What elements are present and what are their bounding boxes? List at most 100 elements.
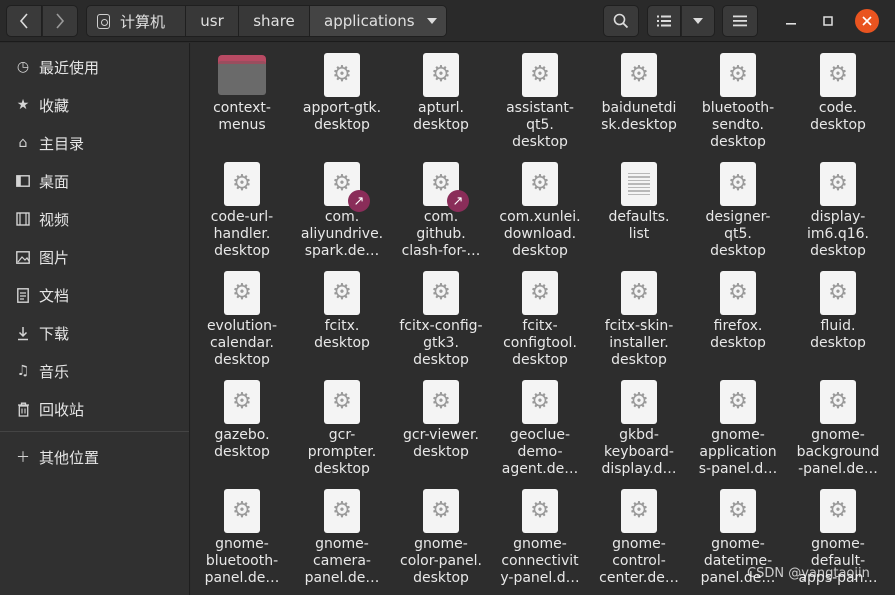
file-item[interactable]: ⚙ gnome- camera- panel.de…	[292, 479, 392, 587]
maximize-icon	[823, 16, 833, 26]
sidebar-item-other-locations[interactable]: ＋ 其他位置	[0, 438, 189, 476]
sidebar-item-music[interactable]: ♫ 音乐	[0, 352, 189, 390]
gear-icon: ⚙ ↗	[324, 162, 370, 212]
forward-button[interactable]	[42, 5, 78, 37]
file-item[interactable]: ⚙ gnome- bluetooth- panel.de…	[192, 479, 292, 587]
file-item[interactable]: ⚙ code-url- handler. desktop	[192, 152, 292, 260]
file-item[interactable]: ⚙ com.xunlei. download. desktop	[490, 152, 590, 260]
file-item[interactable]: ⚙ ↗ com. aliyundrive. spark.de…	[292, 152, 392, 260]
breadcrumb-share[interactable]: share	[239, 6, 310, 36]
sidebar-item-label: 主目录	[39, 134, 85, 153]
file-item[interactable]: ⚙ fcitx-skin- installer. desktop	[589, 261, 689, 369]
sidebar-item-recent[interactable]: ◷ 最近使用	[0, 48, 189, 86]
file-item[interactable]: ⚙ baidunetdi sk.desktop	[589, 43, 689, 134]
file-item[interactable]: ⚙ gazebo. desktop	[192, 370, 292, 461]
sidebar-item-label: 视频	[39, 210, 70, 229]
file-name: gnome- connectivit y-panel.d…	[500, 536, 580, 586]
breadcrumb-label: applications	[324, 12, 415, 30]
gear-icon: ⚙	[720, 380, 756, 424]
sidebar-item-pictures[interactable]: 图片	[0, 238, 189, 276]
gear-icon: ⚙	[423, 489, 459, 533]
gear-icon: ⚙	[324, 271, 360, 315]
gear-icon: ⚙	[522, 271, 558, 315]
file-item[interactable]: ⚙ apturl. desktop	[391, 43, 491, 134]
file-item[interactable]: ⚙ fluid. desktop	[788, 261, 888, 352]
file-item[interactable]: context- menus	[192, 43, 292, 134]
minimize-button[interactable]	[779, 9, 803, 33]
file-name: code. desktop	[810, 100, 866, 133]
chevron-down-icon	[426, 18, 437, 24]
file-item[interactable]: ⚙ apport-gtk. desktop	[292, 43, 392, 134]
file-item[interactable]: ⚙ code. desktop	[788, 43, 888, 134]
sidebar-item-downloads[interactable]: 下载	[0, 314, 189, 352]
file-item[interactable]: ⚙ gnome- connectivit y-panel.d…	[490, 479, 590, 587]
file-item[interactable]: ⚙ display- im6.q16. desktop	[788, 152, 888, 260]
gear-icon: ⚙	[423, 271, 459, 315]
maximize-button[interactable]	[816, 9, 840, 33]
file-item[interactable]: ⚙ gnome- control- center.de…	[589, 479, 689, 587]
gear-icon: ⚙	[820, 53, 856, 97]
file-item[interactable]: ⚙ gkbd- keyboard- display.d…	[589, 370, 689, 478]
file-name: fcitx-config- gtk3. desktop	[399, 318, 483, 368]
file-item[interactable]: ⚙ evolution- calendar. desktop	[192, 261, 292, 369]
symlink-badge-icon: ↗	[348, 190, 370, 212]
file-name: bluetooth- sendto. desktop	[701, 100, 775, 150]
file-item[interactable]: defaults. list	[589, 152, 689, 243]
sidebar-item-trash[interactable]: 回收站	[0, 390, 189, 428]
file-item[interactable]: ⚙ gnome- background -panel.de…	[788, 370, 888, 478]
sidebar-item-starred[interactable]: ★ 收藏	[0, 86, 189, 124]
sidebar-divider	[0, 431, 189, 432]
file-item[interactable]: ⚙ gnome- application s-panel.d…	[688, 370, 788, 478]
breadcrumb-label: share	[253, 12, 295, 30]
breadcrumb-computer[interactable]: 计算机	[87, 6, 186, 36]
watermark-text: CSDN @yangtaojin	[747, 566, 870, 581]
file-name: apturl. desktop	[413, 100, 469, 133]
file-name: display- im6.q16. desktop	[806, 209, 870, 259]
sidebar-item-label: 音乐	[39, 362, 70, 381]
back-button[interactable]	[6, 5, 42, 37]
breadcrumb-label: usr	[200, 12, 224, 30]
breadcrumb-usr[interactable]: usr	[186, 6, 239, 36]
gear-icon: ⚙	[522, 162, 558, 206]
gear-icon: ⚙	[621, 271, 657, 315]
chevron-down-icon	[693, 18, 703, 24]
sidebar-item-documents[interactable]: 文档	[0, 276, 189, 314]
search-button[interactable]	[603, 5, 639, 37]
file-item[interactable]: ⚙ fcitx. desktop	[292, 261, 392, 352]
close-button[interactable]	[855, 9, 879, 33]
gear-icon: ⚙	[423, 380, 459, 424]
file-name: com.xunlei. download. desktop	[499, 209, 581, 259]
file-item[interactable]: ⚙ geoclue- demo- agent.de…	[490, 370, 590, 478]
video-icon	[15, 211, 31, 227]
menu-button[interactable]	[722, 5, 758, 37]
file-name: gcr-viewer. desktop	[403, 427, 479, 460]
gear-icon: ⚙	[720, 53, 756, 97]
file-name: code-url- handler. desktop	[210, 209, 274, 259]
file-item[interactable]: ⚙ assistant- qt5. desktop	[490, 43, 590, 151]
file-item[interactable]: ⚙ firefox. desktop	[688, 261, 788, 352]
file-item[interactable]: ⚙ designer- qt5. desktop	[688, 152, 788, 260]
file-name: fcitx-skin- installer. desktop	[604, 318, 674, 368]
file-name: gnome- background -panel.de…	[796, 427, 880, 477]
file-item[interactable]: ⚙ ↗ com. github. clash-for-…	[391, 152, 491, 260]
file-item[interactable]: ⚙ gcr- prompter. desktop	[292, 370, 392, 478]
sidebar-item-label: 回收站	[39, 400, 85, 419]
view-options-button[interactable]	[681, 5, 715, 37]
home-icon: ⌂	[18, 135, 28, 151]
file-name: gnome- color-panel. desktop	[400, 536, 482, 586]
list-view-button[interactable]	[647, 5, 681, 37]
file-item[interactable]: ⚙ gnome- color-panel. desktop	[391, 479, 491, 587]
gear-icon: ⚙	[820, 489, 856, 533]
file-item[interactable]: ⚙ fcitx-config- gtk3. desktop	[391, 261, 491, 369]
sidebar-item-desktop[interactable]: 桌面	[0, 162, 189, 200]
sidebar-item-home[interactable]: ⌂ 主目录	[0, 124, 189, 162]
file-item[interactable]: ⚙ bluetooth- sendto. desktop	[688, 43, 788, 151]
file-item[interactable]: ⚙ gcr-viewer. desktop	[391, 370, 491, 461]
sidebar-item-videos[interactable]: 视频	[0, 200, 189, 238]
breadcrumb-applications[interactable]: applications	[310, 6, 446, 36]
gear-icon: ⚙	[522, 53, 558, 97]
hamburger-icon	[733, 15, 747, 27]
file-name: firefox. desktop	[710, 318, 766, 351]
file-item[interactable]: ⚙ fcitx- configtool. desktop	[490, 261, 590, 369]
gear-icon: ⚙	[324, 489, 360, 533]
